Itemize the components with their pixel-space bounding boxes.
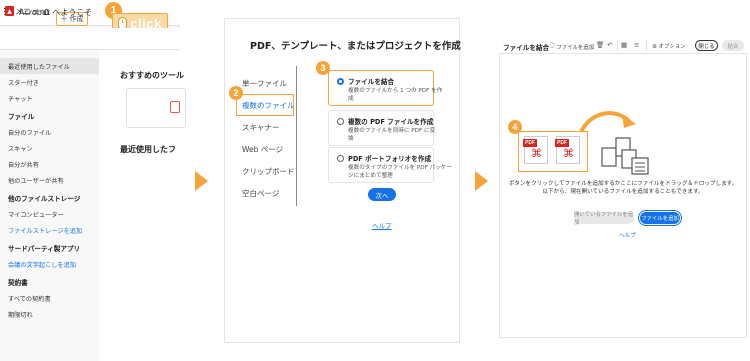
sidebar-section-heading: サードパーティ製アプリ [8, 245, 81, 253]
toolbar-separator [646, 40, 647, 51]
sidebar-item[interactable]: ファイルストレージを追加 [0, 222, 99, 238]
toolbar-separator [617, 40, 618, 51]
combine-documents-icon [601, 137, 649, 175]
create-source-item[interactable]: 複数のファイル [236, 94, 295, 116]
curved-arrow-icon [580, 111, 636, 132]
option-create-portfolio[interactable]: PDF ポートフォリオを作成 複数のタイプのファイルを PDF パッケー ジにまと… [328, 147, 452, 183]
acrobat-logo-icon: ▲ [5, 6, 14, 16]
sidebar-item[interactable]: スキャン [0, 140, 99, 156]
radio-unselected[interactable] [337, 117, 344, 125]
combine-title: ファイルを結合 [503, 44, 550, 52]
callout-2: 2 [229, 86, 243, 100]
create-source-item[interactable]: 空白ページ [230, 182, 296, 204]
option-combine-files[interactable]: ファイルを結合 複数のファイルから 1 つの PDF を作成 [328, 70, 443, 106]
nav-divider [296, 66, 297, 206]
help-link[interactable]: ヘルプ [372, 220, 392, 230]
list-view-icon[interactable]: ≡ [634, 41, 639, 49]
callout-4: 4 [508, 120, 522, 134]
add-file-icon: 🗋 [550, 43, 555, 49]
sidebar-item[interactable]: 会議の文字起こしを追加 [0, 256, 99, 272]
step-arrow-right-icon [475, 171, 488, 191]
sidebar-item[interactable]: マイコンピューター [0, 206, 99, 222]
delete-icon[interactable]: 🗑 [596, 41, 604, 49]
sidebar-item[interactable]: すべての契約書 [0, 290, 99, 306]
combine-instructions: ボタンをクリックしてファイルを追加するかここにファイルをドラッグ＆ドロップします… [508, 181, 738, 196]
sidebar-item[interactable]: 自分のファイル [0, 124, 99, 140]
sidebar-section-heading: ファイル [8, 113, 35, 121]
sidebar-section-heading: 他のファイルストレージ [8, 195, 81, 203]
undo-icon[interactable]: ↶ [607, 41, 612, 49]
recommended-tools-heading: おすすめのツール [120, 71, 184, 80]
add-open-files-button[interactable]: 開いているファイルを追加 [574, 212, 634, 226]
option-title: PDF ポートフォリオを作成 [348, 155, 432, 163]
close-button[interactable]: 閉じる [695, 40, 718, 51]
sidebar-item[interactable]: 他のユーザーが共有 [0, 172, 99, 188]
radio-unselected[interactable] [337, 154, 344, 162]
add-files-button[interactable]: ファイルを追加 [638, 210, 682, 226]
options-button[interactable]: ⚙ オプション [652, 42, 686, 50]
app-title-bar [0, 28, 180, 50]
sidebar-item[interactable]: 期限切れ [0, 306, 99, 322]
create-source-item[interactable]: Web ページ [230, 138, 296, 160]
tool-icon [170, 101, 180, 113]
option-create-multiple-pdf[interactable]: 複数の PDF ファイルを作成 複数のファイルを同時に PDF に変換 [328, 110, 436, 146]
combine-button[interactable]: 結合 [722, 40, 744, 51]
pdf-file-icon: PDF ⌘ [523, 136, 548, 164]
sidebar-section-heading: 契約書 [8, 279, 28, 287]
sidebar: 最近使用したファイル スター付き チャット ファイル 自分のファイル スキャン 自分が共有他… [0, 58, 99, 322]
toolbar-add-files-button[interactable]: 🗋 ファイルを追加 [550, 42, 594, 51]
recently-used-heading: 最近使用したフ [120, 145, 176, 154]
radio-selected[interactable] [337, 77, 344, 85]
create-source-item[interactable]: クリップボード [230, 160, 296, 182]
help-link[interactable]: ヘルプ [619, 231, 636, 239]
sidebar-item[interactable]: スター付き [0, 74, 99, 90]
app-title: Acrobat へようこそ [19, 8, 93, 17]
sidebar-item[interactable]: 最近使用したファイル [0, 58, 99, 74]
option-desc: 複数のファイルを同時に PDF に変換 [348, 128, 436, 142]
pdf-file-icon: PDF ⌘ [555, 136, 580, 164]
option-desc: 複数のタイプのファイルを PDF パッケー ジにまとめて整理 [348, 165, 452, 179]
sidebar-item[interactable]: 自分が共有 [0, 156, 99, 172]
step-arrow-right-icon [195, 171, 208, 191]
option-desc: 複数のファイルから 1 つの PDF を作成 [348, 88, 443, 102]
option-title: ファイルを結合 [348, 78, 395, 86]
sidebar-item[interactable]: チャット [0, 90, 99, 106]
grid-view-icon[interactable]: ▦ [621, 41, 627, 49]
option-title: 複数の PDF ファイルを作成 [348, 118, 434, 126]
toolbar-add-files-label: ファイルを追加 [556, 44, 595, 51]
create-source-item[interactable]: スキャナー [230, 116, 296, 138]
dialog-title: PDF、テンプレート、またはプロジェクトを作成 [250, 41, 461, 52]
next-button[interactable]: 次へ [368, 188, 396, 201]
